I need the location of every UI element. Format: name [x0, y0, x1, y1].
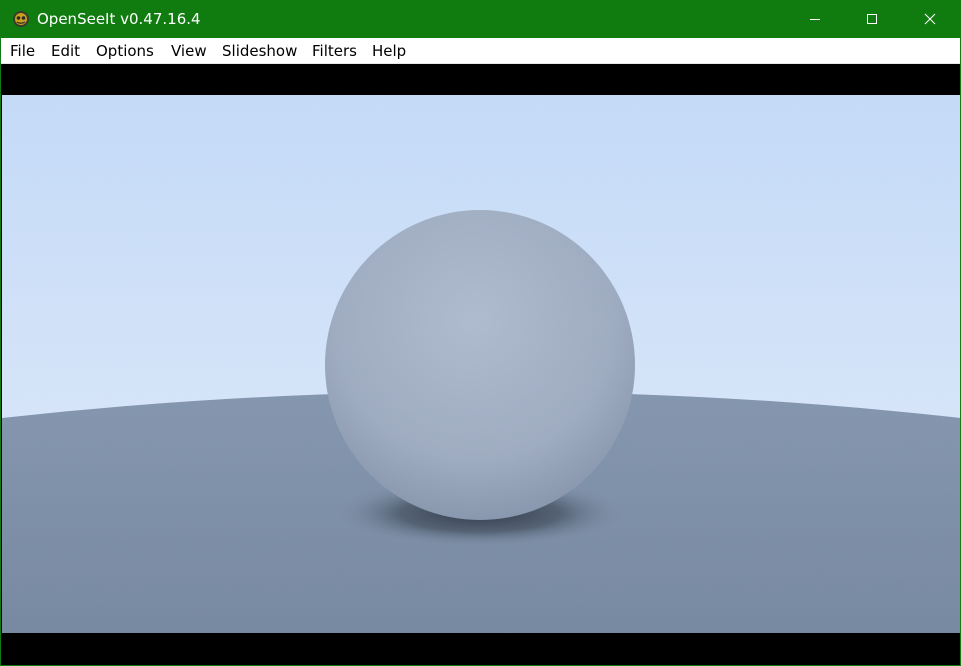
menu-options[interactable]: Options [96, 41, 154, 61]
minimize-icon [810, 19, 820, 20]
menu-help[interactable]: Help [372, 41, 406, 61]
menu-edit[interactable]: Edit [51, 41, 80, 61]
rendered-image [2, 95, 960, 633]
app-window: OpenSeeIt v0.47.16.4 File Edit Options V… [0, 0, 961, 666]
menu-view[interactable]: View [171, 41, 207, 61]
window-title: OpenSeeIt v0.47.16.4 [37, 10, 201, 28]
close-icon [924, 13, 936, 25]
menu-slideshow[interactable]: Slideshow [222, 41, 297, 61]
render-noise [2, 95, 960, 633]
maximize-icon [867, 14, 877, 24]
menu-filters[interactable]: Filters [312, 41, 357, 61]
minimize-button[interactable] [786, 0, 844, 38]
menu-file[interactable]: File [10, 41, 35, 61]
close-button[interactable] [901, 0, 959, 38]
openseeit-app-icon [13, 11, 29, 27]
title-bar[interactable]: OpenSeeIt v0.47.16.4 [1, 0, 960, 38]
image-viewport[interactable] [2, 64, 960, 665]
menu-bar: File Edit Options View Slideshow Filters… [1, 38, 960, 64]
maximize-button[interactable] [843, 0, 901, 38]
